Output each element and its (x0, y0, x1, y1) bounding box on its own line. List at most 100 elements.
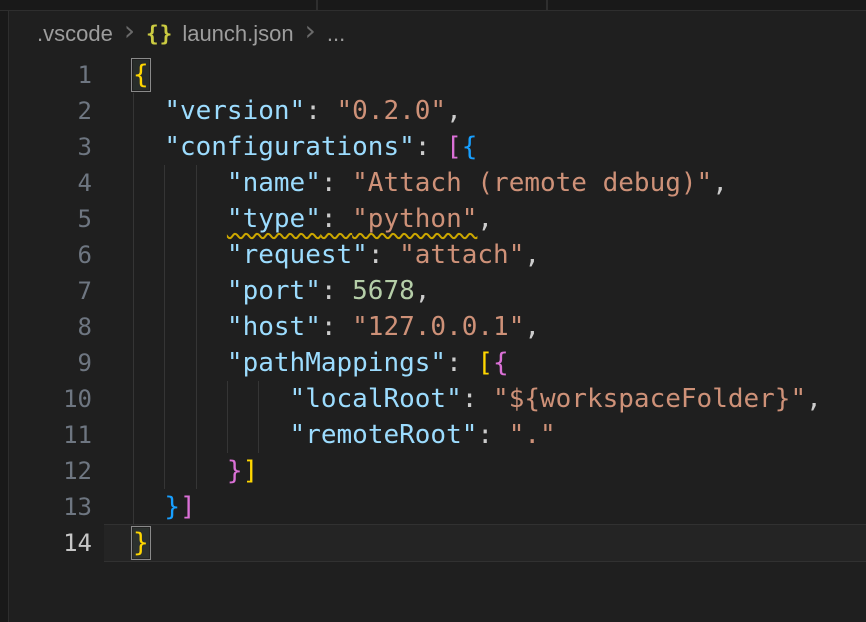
code-line-content[interactable]: "remoteRoot": "." (133, 417, 866, 453)
code-token: { (493, 348, 509, 378)
line-number[interactable]: 12 (9, 453, 92, 489)
code-line[interactable]: 11 "remoteRoot": "." (9, 417, 866, 453)
line-number[interactable]: 9 (9, 345, 92, 381)
code-line-content[interactable]: "host": "127.0.0.1", (133, 309, 866, 345)
breadcrumb: .vscode › {} launch.json › ... (9, 12, 866, 57)
breadcrumb-symbol-more[interactable]: ... (327, 21, 345, 47)
chevron-right-icon: › (305, 17, 316, 45)
code-line-content[interactable]: "port": 5678, (133, 273, 866, 309)
code-token (133, 276, 227, 306)
code-token: "name" (227, 168, 321, 198)
code-token (133, 492, 164, 522)
breadcrumb-file[interactable]: launch.json (182, 21, 293, 47)
line-number[interactable]: 7 (9, 273, 92, 309)
code-token (133, 240, 227, 270)
code-token: : (415, 132, 446, 162)
code-line-content[interactable]: { (133, 57, 866, 93)
code-line[interactable]: 3 "configurations": [{ (9, 129, 866, 165)
code-token: "python" (352, 204, 477, 234)
line-number[interactable]: 3 (9, 129, 92, 165)
code-line[interactable]: 5 "type": "python", (9, 201, 866, 237)
code-line-content[interactable]: "name": "Attach (remote debug)", (133, 165, 866, 201)
code-token (133, 348, 227, 378)
bracket-match: { (133, 60, 149, 90)
code-token (133, 132, 164, 162)
json-braces-icon: {} (146, 22, 173, 46)
code-token: [ (446, 132, 462, 162)
code-token: "attach" (399, 240, 524, 270)
code-token (133, 456, 227, 486)
code-token: { (462, 132, 478, 162)
code-line[interactable]: 13 }] (9, 489, 866, 525)
code-token (133, 384, 290, 414)
code-token: } (227, 456, 243, 486)
line-number[interactable]: 13 (9, 489, 92, 525)
code-line-content[interactable]: } (133, 525, 866, 561)
code-token: ] (243, 456, 259, 486)
code-token: "type" (227, 204, 321, 234)
code-line-content[interactable]: "type": "python", (133, 201, 866, 237)
editor[interactable]: .vscode › {} launch.json › ... 1{2 "vers… (9, 12, 866, 622)
breadcrumb-folder[interactable]: .vscode (37, 21, 113, 47)
code-line-content[interactable]: }] (133, 453, 866, 489)
code-token (133, 168, 227, 198)
code-line[interactable]: 2 "version": "0.2.0", (9, 93, 866, 129)
line-number[interactable]: 10 (9, 381, 92, 417)
code-token: , (524, 240, 540, 270)
code-line[interactable]: 8 "host": "127.0.0.1", (9, 309, 866, 345)
code-line-content[interactable]: "request": "attach", (133, 237, 866, 273)
line-number[interactable]: 1 (9, 57, 92, 93)
code-line-content[interactable]: "configurations": [{ (133, 129, 866, 165)
code-token: "localRoot" (290, 384, 462, 414)
code-token: "127.0.0.1" (352, 312, 524, 342)
code-token: "host" (227, 312, 321, 342)
code-line[interactable]: 6 "request": "attach", (9, 237, 866, 273)
code-token: , (806, 384, 822, 414)
code-token: : (321, 168, 352, 198)
line-number[interactable]: 6 (9, 237, 92, 273)
code-token: "request" (227, 240, 368, 270)
code-token: "port" (227, 276, 321, 306)
code-line-content[interactable]: "pathMappings": [{ (133, 345, 866, 381)
code-line[interactable]: 4 "name": "Attach (remote debug)", (9, 165, 866, 201)
code-line[interactable]: 7 "port": 5678, (9, 273, 866, 309)
code-line[interactable]: 9 "pathMappings": [{ (9, 345, 866, 381)
code-token: "remoteRoot" (290, 420, 478, 450)
code-line-content[interactable]: }] (133, 489, 866, 525)
line-number[interactable]: 2 (9, 93, 92, 129)
code-token: } (164, 492, 180, 522)
code-line-content[interactable]: "version": "0.2.0", (133, 93, 866, 129)
tab-bar-bottom-edge (0, 0, 866, 11)
code-line[interactable]: 10 "localRoot": "${workspaceFolder}", (9, 381, 866, 417)
chevron-right-icon: › (124, 17, 135, 45)
code-token: , (415, 276, 431, 306)
code-token (133, 420, 290, 450)
code-token: "${workspaceFolder}" (493, 384, 806, 414)
code-token: : (477, 420, 508, 450)
code-line[interactable]: 14} (9, 525, 866, 561)
line-number[interactable]: 14 (9, 525, 92, 561)
code-area[interactable]: 1{2 "version": "0.2.0",3 "configurations… (9, 57, 866, 561)
line-number[interactable]: 4 (9, 165, 92, 201)
code-token (133, 96, 164, 126)
code-line[interactable]: 12 }] (9, 453, 866, 489)
code-token: : (446, 348, 477, 378)
bracket-match: } (133, 528, 149, 558)
line-number[interactable]: 5 (9, 201, 92, 237)
line-number[interactable]: 8 (9, 309, 92, 345)
code-token (133, 312, 227, 342)
code-token: "." (509, 420, 556, 450)
code-token: "Attach (remote debug)" (352, 168, 712, 198)
code-token: : (305, 96, 336, 126)
code-line-content[interactable]: "localRoot": "${workspaceFolder}", (133, 381, 866, 417)
code-line[interactable]: 1{ (9, 57, 866, 93)
code-token: [ (477, 348, 493, 378)
warning-squiggle: "type": "python" (227, 204, 477, 234)
line-number[interactable]: 11 (9, 417, 92, 453)
code-token: "0.2.0" (337, 96, 447, 126)
code-token: 5678 (352, 276, 415, 306)
tab-separator (546, 0, 548, 10)
code-token: ] (180, 492, 196, 522)
code-token: , (712, 168, 728, 198)
code-token: "configurations" (164, 132, 414, 162)
